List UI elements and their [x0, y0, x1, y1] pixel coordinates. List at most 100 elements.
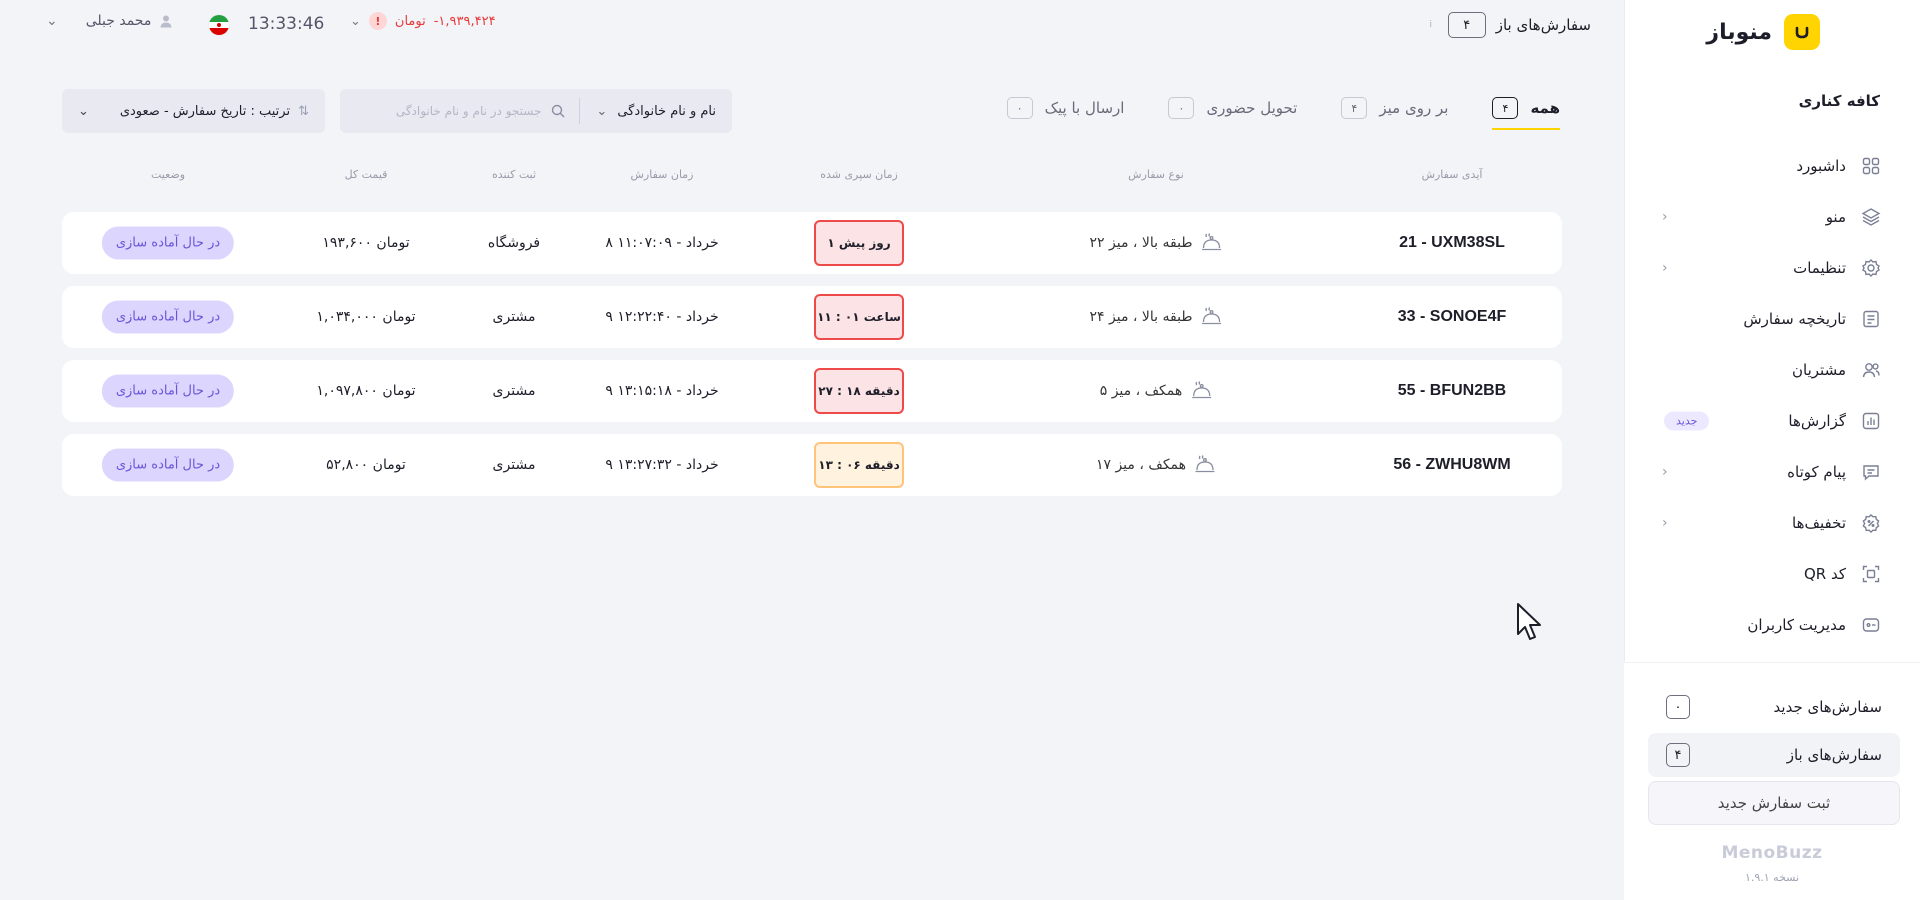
tab-label: بر روی میز	[1379, 99, 1449, 117]
status-badge[interactable]: در حال آماده سازی	[101, 300, 235, 334]
footer-brand: MenoBuzz	[1721, 843, 1823, 863]
orders-panel: همه ۴ بر روی میز ۴ تحویل حضوری ۰ ارسال ب…	[0, 60, 1624, 900]
search-field-value: نام و نام خانوادگی	[617, 103, 716, 119]
new-order-button[interactable]: ثبت سفارش جدید	[1648, 781, 1900, 825]
history-icon	[1860, 308, 1882, 330]
elapsed-badge: ۲۷ : ۱۸ دقیقه	[814, 368, 904, 414]
status-badge[interactable]: در حال آماده سازی	[101, 374, 235, 408]
balance-unit: تومان	[394, 13, 426, 29]
clock: 13:33:46	[248, 14, 325, 34]
order-type-label: همکف ، میز ۱۷	[1095, 457, 1187, 473]
order-type: طبقه بالا ، میز ۲۲	[1090, 233, 1223, 253]
order-type-tabs: همه ۴ بر روی میز ۴ تحویل حضوری ۰ ارسال ب…	[1006, 86, 1560, 130]
sort-select[interactable]: ⇅ ترتیب : تاریخ سفارش - صعودی ⌄	[62, 89, 325, 133]
user-icon	[160, 15, 172, 28]
table-row[interactable]: 55 - BFUN2BB همکف ، میز ۵ ۲۷ : ۱۸ دقیقه …	[62, 360, 1562, 422]
col-order-id: آیدی سفارش	[1421, 168, 1483, 181]
tab-count: ۴	[1492, 97, 1519, 119]
chevron-left-icon: ‹	[1662, 259, 1668, 276]
elapsed-badge: ۱۱ : ۰۱ ساعت	[814, 294, 904, 340]
gear-icon	[1860, 257, 1882, 279]
iran-flag-icon	[208, 14, 230, 36]
sidebar-item-label: تنظیمات	[1793, 258, 1846, 277]
order-id: 56 - ZWHU8WM	[1393, 456, 1511, 473]
warning-icon: !	[368, 12, 387, 30]
sidebar-item-label: تاریخچه سفارش	[1743, 309, 1846, 328]
sort-icon: ⇅	[298, 103, 309, 119]
tab-pickup[interactable]: تحویل حضوری ۰	[1168, 86, 1297, 130]
status-badge[interactable]: در حال آماده سازی	[101, 226, 235, 260]
col-elapsed: زمان سپری شده	[820, 168, 898, 181]
orders-table: 21 - UXM38SL طبقه بالا ، میز ۲۲ ۱ روز پی…	[62, 212, 1562, 508]
chevron-left-icon: ‹	[1662, 514, 1668, 531]
info-icon[interactable]: i	[1424, 18, 1438, 32]
chevron-down-icon: ⌄	[350, 13, 361, 29]
sidebar-item-settings[interactable]: تنظیمات ‹	[1624, 242, 1920, 293]
table-row[interactable]: 56 - ZWHU8WM همکف ، میز ۱۷ ۱۳ : ۰۶ دقیقه…	[62, 434, 1562, 496]
total-price: ۱,۰۹۷,۸۰۰ تومان	[316, 383, 416, 399]
chart-icon	[1860, 410, 1882, 432]
chevron-down-icon: ⌄	[596, 103, 608, 119]
open-orders-indicator[interactable]: سفارش‌های باز ۴ i	[1424, 12, 1591, 38]
search-filter: نام و نام خانوادگی ⌄ جستجو در نام و نام …	[340, 89, 732, 133]
dashboard-icon	[1860, 155, 1882, 177]
sidebar-item-discounts[interactable]: تخفیف‌ها ‹	[1624, 497, 1920, 548]
brand[interactable]: منوباز	[1706, 12, 1820, 52]
registrar: مشتری	[492, 383, 536, 399]
sidebar: منوباز کافه کناری داشبورد منو ‹ تنظیمات …	[1624, 0, 1920, 900]
sidebar-nav: داشبورد منو ‹ تنظیمات ‹ تاریخچه سفارش مش…	[1624, 140, 1920, 662]
sidebar-item-label: مدیریت کاربران	[1747, 615, 1846, 634]
sidebar-item-dashboard[interactable]: داشبورد	[1624, 140, 1920, 191]
user-name: محمد جبلی	[85, 13, 152, 29]
cloche-icon	[1195, 455, 1215, 473]
table-row[interactable]: 33 - SONOE4F طبقه بالا ، میز ۲۴ ۱۱ : ۰۱ …	[62, 286, 1562, 348]
tab-on-table[interactable]: بر روی میز ۴	[1341, 86, 1448, 130]
total-price: ۵۲,۸۰۰ تومان	[326, 457, 406, 473]
open-orders-count: ۴	[1666, 743, 1690, 767]
cafe-name[interactable]: کافه کناری	[1799, 92, 1880, 110]
sidebar-item-reports[interactable]: گزارش‌ها جدید	[1624, 395, 1920, 446]
order-id: 33 - SONOE4F	[1397, 308, 1507, 325]
order-time: ۹ خرداد - ۱۳:۲۷:۳۲	[605, 457, 719, 473]
sidebar-bottom: سفارش‌های جدید ۰ سفارش‌های باز ۴ ثبت سفا…	[1624, 662, 1920, 900]
layers-icon	[1860, 206, 1882, 228]
search-field-select[interactable]: نام و نام خانوادگی ⌄	[579, 98, 732, 124]
sidebar-item-customers[interactable]: مشتریان	[1624, 344, 1920, 395]
tab-all[interactable]: همه ۴	[1492, 86, 1560, 130]
new-orders-link[interactable]: سفارش‌های جدید ۰	[1648, 685, 1900, 729]
status-badge[interactable]: در حال آماده سازی	[101, 448, 235, 482]
tab-label: ارسال با پیک	[1044, 99, 1125, 117]
sidebar-item-order-history[interactable]: تاریخچه سفارش	[1624, 293, 1920, 344]
sidebar-item-label: کد QR	[1803, 564, 1846, 583]
balance-amount: -۱,۹۳۹,۴۲۴	[433, 13, 496, 29]
sidebar-item-qr-code[interactable]: کد QR	[1624, 548, 1920, 599]
open-orders-link[interactable]: سفارش‌های باز ۴	[1648, 733, 1900, 777]
sidebar-item-label: گزارش‌ها	[1788, 411, 1846, 430]
topbar: سفارش‌های باز ۴ i ⌄ محمد جبلی 13:33:46 ⌄…	[0, 0, 1624, 50]
order-type: طبقه بالا ، میز ۲۴	[1090, 307, 1223, 327]
cloche-icon	[1201, 307, 1221, 325]
sidebar-item-label: مشتریان	[1792, 360, 1846, 379]
order-type: همکف ، میز ۱۷	[1096, 455, 1216, 475]
sidebar-item-label: داشبورد	[1796, 156, 1846, 175]
sidebar-item-label: پیام کوتاه	[1787, 462, 1846, 481]
search-icon	[552, 104, 565, 118]
chevron-down-icon: ⌄	[78, 103, 89, 119]
sidebar-item-user-management[interactable]: مدیریت کاربران	[1624, 599, 1920, 650]
table-row[interactable]: 21 - UXM38SL طبقه بالا ، میز ۲۲ ۱ روز پی…	[62, 212, 1562, 274]
col-order-type: نوع سفارش	[1128, 168, 1184, 181]
user-manage-icon	[1860, 614, 1882, 636]
search-input[interactable]: جستجو در نام و نام خانوادگی	[382, 104, 580, 118]
col-total: قیمت کل	[344, 168, 388, 181]
user-menu[interactable]: ⌄ محمد جبلی	[46, 13, 173, 29]
sidebar-item-sms[interactable]: پیام کوتاه ‹	[1624, 446, 1920, 497]
tab-count: ۰	[1006, 97, 1033, 119]
order-time: ۹ خرداد - ۱۳:۱۵:۱۸	[605, 383, 719, 399]
order-id: 55 - BFUN2BB	[1397, 382, 1507, 399]
wallet-balance[interactable]: ⌄ ! تومان -۱,۹۳۹,۴۲۴	[350, 12, 496, 30]
mouse-cursor-icon	[1517, 603, 1541, 640]
sidebar-item-menu[interactable]: منو ‹	[1624, 191, 1920, 242]
registrar: فروشگاه	[487, 235, 541, 251]
tab-delivery[interactable]: ارسال با پیک ۰	[1006, 86, 1125, 130]
elapsed-badge: ۱ روز پیش	[814, 220, 904, 266]
